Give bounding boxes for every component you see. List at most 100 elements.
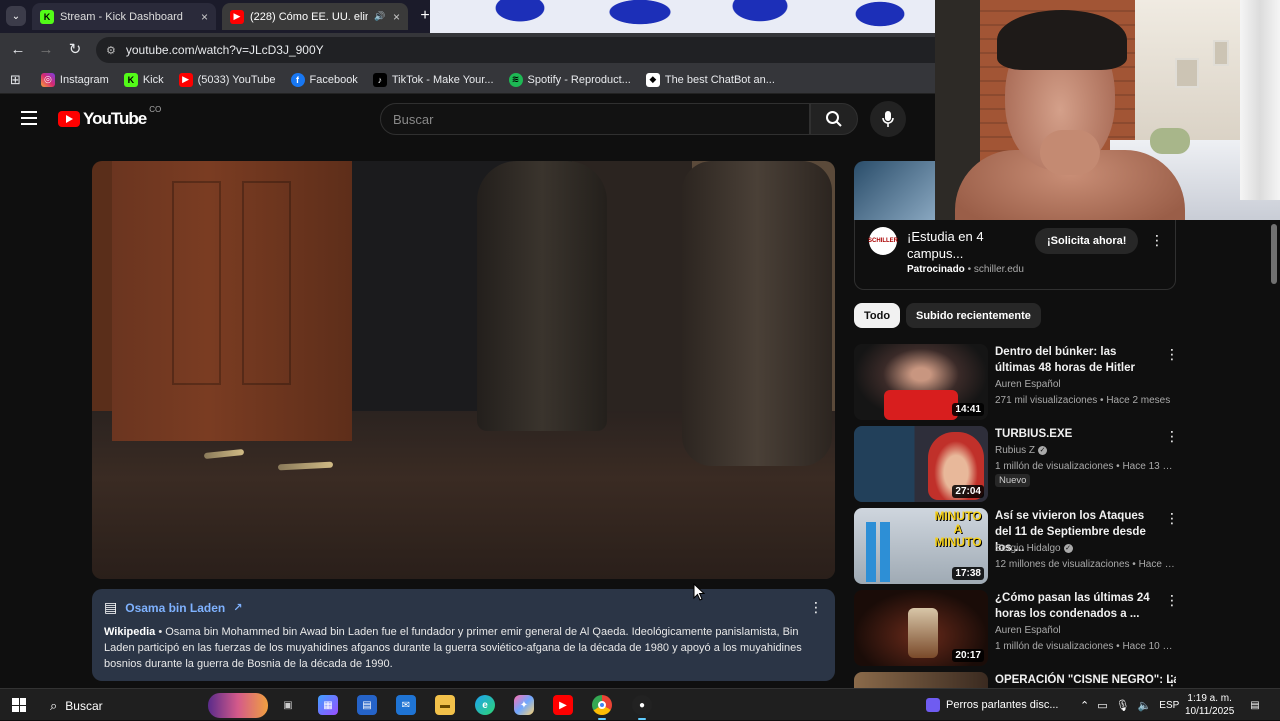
scrollbar-thumb[interactable] bbox=[1271, 224, 1277, 284]
video-thumbnail[interactable]: 20:17 bbox=[854, 590, 988, 666]
external-link-icon[interactable]: ↗ bbox=[233, 601, 242, 614]
youtube-icon[interactable]: ▶ bbox=[553, 695, 573, 715]
chrome-icon[interactable] bbox=[592, 695, 612, 720]
verified-icon: ✓ bbox=[1063, 543, 1073, 553]
bookmark-youtube[interactable]: ▶ (5033) YouTube bbox=[178, 72, 276, 87]
close-icon[interactable]: × bbox=[201, 10, 208, 24]
tab-search-button[interactable]: ⌄ bbox=[6, 6, 26, 26]
chevron-up-icon[interactable]: ⌃ bbox=[1080, 699, 1089, 712]
webcam-picture-frame bbox=[1175, 58, 1199, 88]
recommended-video[interactable]: 27:04 TURBIUS.EXE Rubius Z ✓ 1 millón de … bbox=[854, 426, 1179, 502]
info-panel-source[interactable]: Wikipedia bbox=[104, 626, 155, 638]
video-title[interactable]: ¿Cómo pasan las últimas 24 horas los con… bbox=[995, 590, 1155, 622]
bookmark-tiktok[interactable]: ♪ TikTok - Make Your... bbox=[372, 72, 494, 87]
chip-recently-uploaded[interactable]: Subido recientemente bbox=[906, 303, 1041, 328]
video-thumbnail[interactable]: 27:04 bbox=[854, 426, 988, 502]
bookmark-spotify[interactable]: ≋ Spotify - Reproduct... bbox=[508, 72, 631, 87]
ad-banner[interactable] bbox=[854, 161, 935, 220]
close-icon[interactable]: × bbox=[393, 10, 400, 24]
media-title: Perros parlantes disc... bbox=[946, 699, 1059, 711]
edge-icon[interactable]: e bbox=[475, 695, 495, 715]
clock[interactable]: 1:19 a. m. 10/11/2025 bbox=[1185, 692, 1234, 718]
youtube-icon: ▶ bbox=[178, 72, 193, 87]
more-vert-icon[interactable]: ⋮ bbox=[1165, 592, 1179, 609]
voice-search-button[interactable] bbox=[870, 101, 906, 137]
channel-label: Rubius Z bbox=[995, 445, 1036, 456]
ad-title[interactable]: ¡Estudia en 4 campus... bbox=[907, 228, 1027, 262]
channel-name[interactable]: Rubius Z ✓ bbox=[995, 445, 1048, 456]
bookmark-chatbot[interactable]: ◆ The best ChatBot an... bbox=[645, 72, 775, 87]
reload-icon[interactable]: ↻ bbox=[66, 41, 84, 59]
copilot-icon[interactable]: ✦ bbox=[514, 695, 534, 715]
page-scrollbar[interactable] bbox=[1268, 220, 1280, 685]
windows-start-icon[interactable] bbox=[12, 698, 26, 712]
obs-icon[interactable]: ● bbox=[632, 695, 652, 720]
chip-all[interactable]: Todo bbox=[854, 303, 901, 328]
verified-icon: ✓ bbox=[1038, 445, 1048, 455]
media-widget[interactable]: Perros parlantes disc... bbox=[926, 689, 1059, 721]
recommended-video[interactable]: OPERACIÓN "CISNE NEGRO": La ⋮ bbox=[854, 672, 1176, 688]
webcam-picture-frame bbox=[1213, 40, 1229, 66]
site-settings-icon[interactable]: ⚙ bbox=[106, 44, 116, 57]
video-meta: 271 mil visualizaciones • Hace 2 meses bbox=[995, 395, 1171, 406]
recommended-video[interactable]: MINUTO A MINUTO 17:38 Así se vivieron lo… bbox=[854, 508, 1179, 584]
channel-label: Sergio Hidalgo bbox=[995, 543, 1061, 554]
bookmarks-bar: ⊞ ◎ Instagram K Kick ▶ (5033) YouTube f … bbox=[0, 66, 935, 94]
back-arrow-icon[interactable]: ← bbox=[9, 41, 27, 59]
channel-name[interactable]: Sergio Hidalgo ✓ bbox=[995, 543, 1073, 554]
address-bar[interactable]: ⚙ youtube.com/watch?v=JLcD3J_900Y bbox=[96, 37, 935, 63]
ad-sponsor-line: Patrocinado • schiller.edu bbox=[907, 264, 1024, 275]
bookmark-kick[interactable]: K Kick bbox=[123, 72, 164, 87]
recommended-video[interactable]: 14:41 Dentro del búnker: las últimas 48 … bbox=[854, 344, 1179, 420]
more-vert-icon[interactable]: ⋮ bbox=[809, 599, 823, 616]
youtube-logo[interactable]: YouTube CO bbox=[58, 105, 161, 129]
taskbar-search[interactable]: ⌕ Buscar bbox=[40, 693, 268, 718]
browser-tab-strip: ⌄ K Stream - Kick Dashboard × ▶ (228) Có… bbox=[0, 0, 935, 33]
task-view-icon[interactable]: ▣ bbox=[278, 695, 298, 715]
bookmark-facebook[interactable]: f Facebook bbox=[290, 72, 358, 87]
display-icon[interactable]: ▭ bbox=[1097, 699, 1107, 712]
recommended-video[interactable]: 20:17 ¿Cómo pasan las últimas 24 horas l… bbox=[854, 590, 1179, 666]
microphone-icon[interactable]: 🎙 bbox=[1116, 699, 1130, 712]
more-vert-icon[interactable]: ⋮ bbox=[1165, 346, 1179, 363]
file-explorer-icon[interactable]: ▬ bbox=[435, 695, 455, 715]
mail-icon[interactable]: ✉ bbox=[396, 695, 416, 715]
store-icon[interactable]: ▤ bbox=[357, 695, 377, 715]
video-title[interactable]: Dentro del búnker: las últimas 48 horas … bbox=[995, 344, 1155, 376]
bookmark-instagram[interactable]: ◎ Instagram bbox=[40, 72, 109, 87]
video-thumbnail[interactable]: 14:41 bbox=[854, 344, 988, 420]
bookmark-label: TikTok - Make Your... bbox=[391, 73, 494, 86]
more-vert-icon[interactable]: ⋮ bbox=[1165, 428, 1179, 445]
channel-name[interactable]: Auren Español bbox=[995, 379, 1061, 390]
sponsored-label: Patrocinado bbox=[907, 264, 965, 275]
apply-now-button[interactable]: ¡Solicita ahora! bbox=[1035, 228, 1139, 254]
info-panel-title[interactable]: Osama bin Laden bbox=[125, 601, 225, 615]
search-highlight-art bbox=[208, 693, 268, 718]
video-title[interactable]: OPERACIÓN "CISNE NEGRO": La bbox=[995, 672, 1176, 688]
more-vert-icon[interactable]: ⋮ bbox=[1165, 672, 1176, 688]
video-thumbnail[interactable] bbox=[854, 672, 988, 688]
widgets-icon[interactable]: ▦ bbox=[318, 695, 338, 715]
more-vert-icon[interactable]: ⋮ bbox=[1165, 510, 1179, 527]
bookmark-label: Facebook bbox=[309, 73, 358, 86]
tab-kick-dashboard[interactable]: K Stream - Kick Dashboard × bbox=[32, 3, 216, 30]
speaker-icon[interactable]: 🔊 bbox=[374, 11, 385, 22]
youtube-icon: ▶ bbox=[230, 9, 244, 24]
apps-grid-icon[interactable]: ⊞ bbox=[10, 72, 21, 88]
volume-icon[interactable]: 🔈 bbox=[1138, 699, 1152, 712]
video-thumbnail[interactable]: MINUTO A MINUTO 17:38 bbox=[854, 508, 988, 584]
video-title[interactable]: TURBIUS.EXE bbox=[995, 426, 1155, 442]
tab-youtube-video[interactable]: ▶ (228) Cómo EE. UU. eliminó 🔊 × bbox=[222, 3, 408, 30]
forward-arrow-icon[interactable]: → bbox=[37, 41, 55, 59]
language-indicator[interactable]: ESP bbox=[1159, 700, 1179, 711]
new-tab-button[interactable]: + bbox=[416, 7, 434, 25]
bookmark-label: Spotify - Reproduct... bbox=[527, 73, 631, 86]
search-input[interactable]: Buscar bbox=[380, 103, 810, 135]
more-vert-icon[interactable]: ⋮ bbox=[1150, 232, 1164, 249]
sponsored-ad-card[interactable]: SCHILLER ¡Estudia en 4 campus... Patroci… bbox=[854, 220, 1176, 290]
menu-icon[interactable] bbox=[21, 111, 37, 125]
search-button[interactable] bbox=[810, 103, 858, 135]
channel-name[interactable]: Auren Español bbox=[995, 625, 1061, 636]
notifications-icon[interactable]: ▤ bbox=[1245, 695, 1265, 715]
video-player[interactable] bbox=[92, 161, 835, 579]
